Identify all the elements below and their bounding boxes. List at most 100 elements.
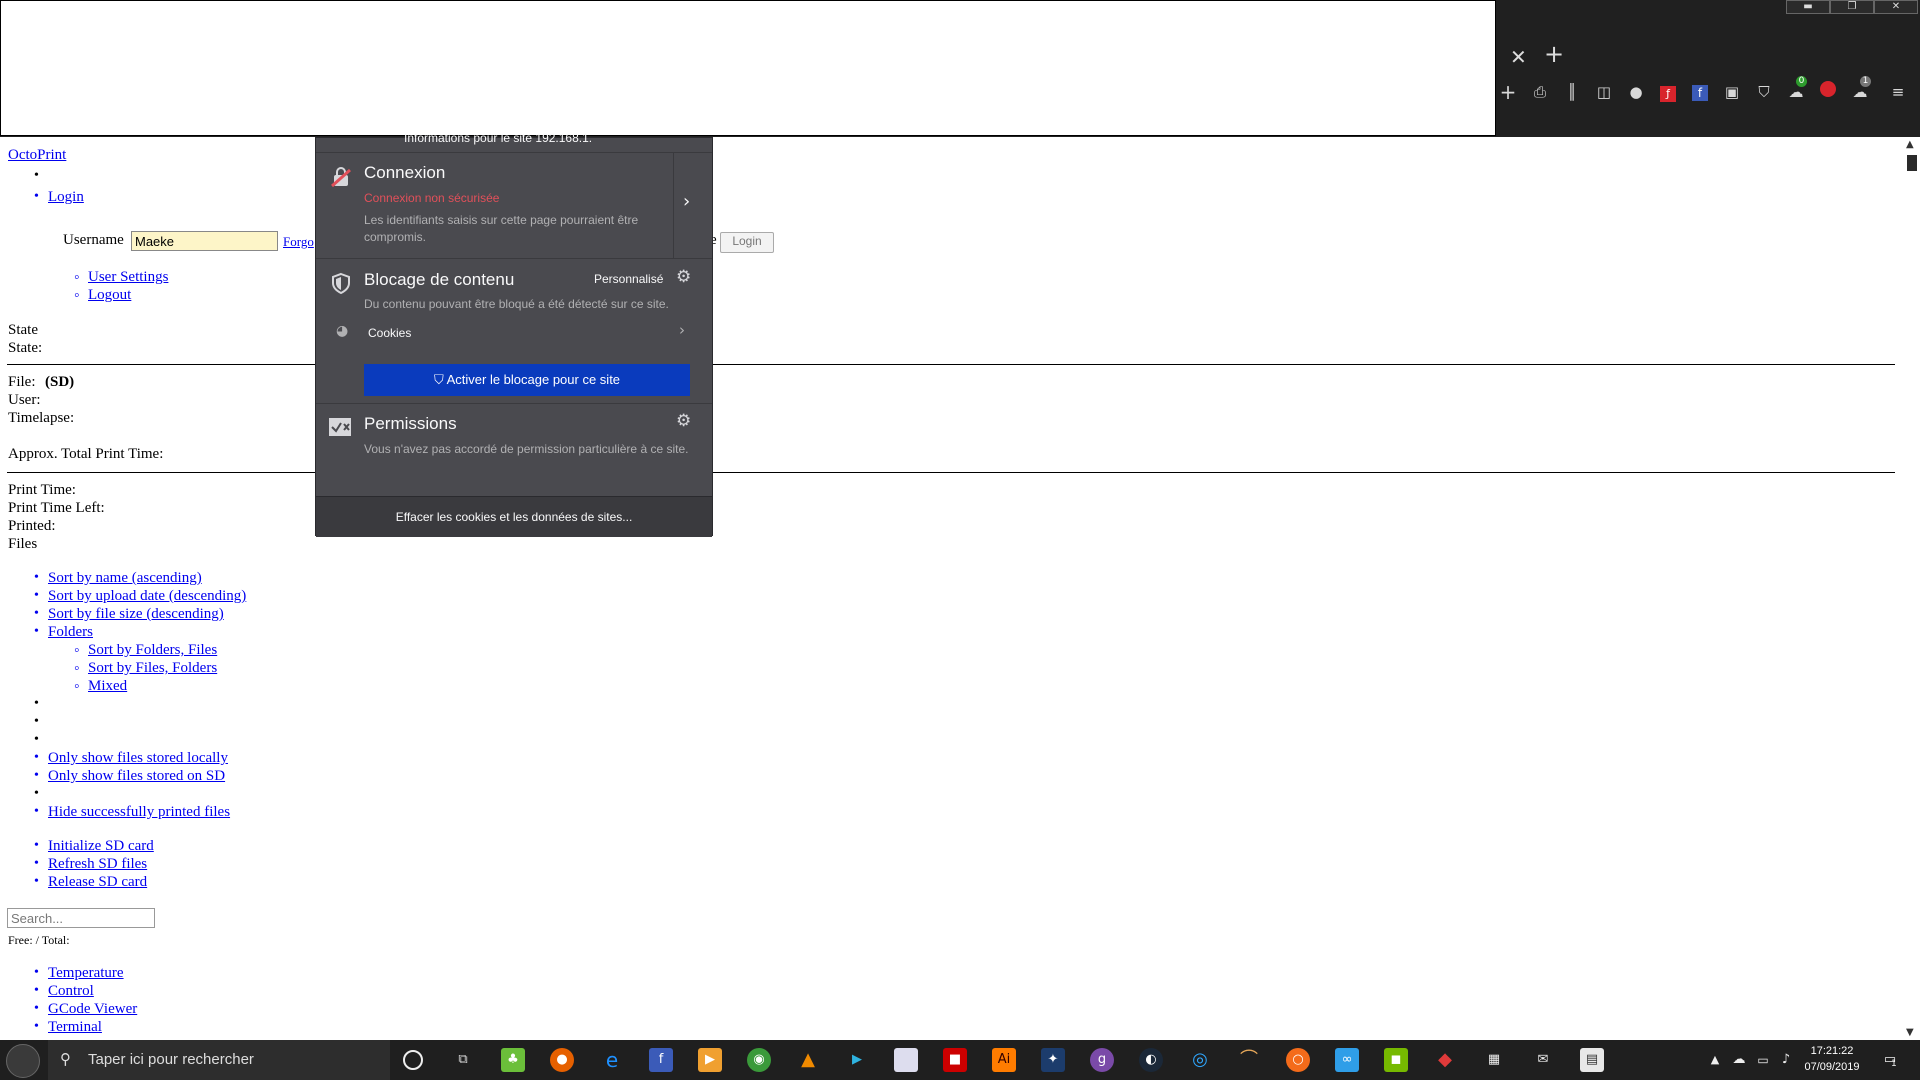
- mixed-link[interactable]: Mixed: [74, 678, 127, 696]
- library-icon[interactable]: ║: [1560, 80, 1584, 104]
- login-button[interactable]: Login: [720, 232, 774, 253]
- chevron-right-icon[interactable]: ›: [683, 191, 690, 212]
- login-link[interactable]: Login: [34, 189, 84, 206]
- scroll-up-arrow[interactable]: ▲: [1906, 139, 1914, 150]
- start-button[interactable]: [6, 1044, 40, 1078]
- chrome-icon[interactable]: ◉: [747, 1048, 771, 1072]
- notepad-icon[interactable]: [894, 1048, 918, 1072]
- shield-icon[interactable]: ⛉: [1752, 80, 1776, 104]
- network-icon[interactable]: ▭: [1751, 1048, 1775, 1072]
- account-icon[interactable]: ●: [1624, 80, 1648, 104]
- store-icon[interactable]: ▦: [1482, 1048, 1506, 1072]
- enable-blocking-label: Activer le blocage pour ce site: [446, 372, 621, 387]
- release-sd-link[interactable]: Release SD card: [34, 874, 147, 891]
- video-editor-icon[interactable]: ■: [943, 1048, 967, 1072]
- gear-icon[interactable]: ⚙: [676, 267, 691, 287]
- mail-icon[interactable]: ✉: [1531, 1048, 1555, 1072]
- firefox-icon[interactable]: ●: [550, 1048, 574, 1072]
- approx-total-print-time-label: Approx. Total Print Time:: [8, 446, 164, 462]
- forgot-password-link[interactable]: Forgo: [283, 234, 314, 250]
- initialize-sd-link[interactable]: Initialize SD card: [34, 838, 154, 855]
- scrollbar-thumb[interactable]: [1907, 155, 1917, 171]
- volume-icon[interactable]: ♪: [1774, 1048, 1798, 1072]
- username-label: Username: [63, 232, 124, 248]
- logout-link[interactable]: Logout: [74, 287, 131, 305]
- sort-by-file-size-link[interactable]: Sort by file size (descending): [34, 606, 224, 623]
- chevron-right-icon[interactable]: ›: [679, 321, 685, 339]
- facebook-icon[interactable]: f: [649, 1048, 673, 1072]
- gog-icon[interactable]: g: [1090, 1048, 1114, 1072]
- illustrator-icon[interactable]: Ai: [992, 1048, 1016, 1072]
- sidebar-icon[interactable]: ◫: [1592, 80, 1616, 104]
- scroll-down-arrow[interactable]: ▼: [1906, 1027, 1914, 1038]
- steam-icon[interactable]: ◐: [1139, 1048, 1163, 1072]
- uplay-icon[interactable]: ◎: [1188, 1048, 1212, 1072]
- plus-icon[interactable]: +: [1496, 80, 1520, 104]
- state-heading: State: [8, 322, 38, 338]
- new-tab-button[interactable]: +: [1544, 42, 1564, 66]
- nvidia-icon[interactable]: ◼: [1384, 1048, 1408, 1072]
- folders-link[interactable]: Folders: [34, 624, 93, 641]
- clover-icon[interactable]: ♣: [501, 1048, 525, 1072]
- refresh-sd-link[interactable]: Refresh SD files: [34, 856, 147, 873]
- edge-icon[interactable]: e: [600, 1048, 624, 1072]
- download-icon[interactable]: ☁ 1: [1848, 76, 1872, 104]
- task-view-icon[interactable]: ⧉: [451, 1048, 475, 1072]
- brand-link[interactable]: OctoPrint: [8, 147, 66, 164]
- flash-icon[interactable]: ƒ: [1656, 80, 1680, 104]
- connection-section[interactable]: Connexion Connexion non sécurisée Les id…: [316, 152, 712, 259]
- restore-button[interactable]: ❐: [1830, 0, 1874, 14]
- tab-control[interactable]: Control: [34, 983, 94, 1000]
- enable-blocking-button[interactable]: ⛉ Activer le blocage pour ce site: [364, 364, 690, 396]
- battlenet-icon[interactable]: ∞: [1335, 1048, 1359, 1072]
- connection-title: Connexion: [364, 163, 446, 182]
- close-window-button[interactable]: ✕: [1874, 0, 1918, 14]
- extension-icon[interactable]: ☁ 0: [1784, 76, 1808, 104]
- only-sd-files-link[interactable]: Only show files stored on SD: [34, 768, 225, 785]
- stop-icon[interactable]: [1816, 80, 1840, 104]
- menu-icon[interactable]: ≡: [1886, 80, 1910, 104]
- media-player-icon[interactable]: ▶: [698, 1048, 722, 1072]
- wing-icon[interactable]: ⌒: [1237, 1048, 1261, 1072]
- shield-icon: ⛉: [433, 372, 447, 387]
- clear-cookies-button[interactable]: Effacer les cookies et les données de si…: [316, 496, 712, 537]
- cortana-icon[interactable]: [403, 1050, 423, 1070]
- gear-icon[interactable]: ⚙: [676, 411, 691, 431]
- play-store-icon[interactable]: ▶: [845, 1048, 869, 1072]
- calculator-icon[interactable]: ▤: [1580, 1048, 1604, 1072]
- chevron-up-icon[interactable]: ▲: [1703, 1048, 1727, 1072]
- sort-files-folders-link[interactable]: Sort by Files, Folders: [74, 660, 217, 678]
- close-tab-icon[interactable]: ✕: [1510, 46, 1527, 68]
- permissions-section: Permissions ⚙ Vous n'avez pas accordé de…: [316, 403, 712, 497]
- notification-center-icon[interactable]: ▭ 1: [1878, 1048, 1902, 1072]
- user-settings-link[interactable]: User Settings: [74, 269, 168, 287]
- tab-temperature[interactable]: Temperature: [34, 965, 124, 982]
- file-search-input[interactable]: [7, 908, 155, 928]
- sort-by-upload-date-link[interactable]: Sort by upload date (descending): [34, 588, 246, 605]
- permissions-description: Vous n'avez pas accordé de permission pa…: [364, 442, 689, 456]
- taskbar-search[interactable]: ⚲ Taper ici pour rechercher: [48, 1040, 390, 1080]
- cookie-icon: ◕: [336, 323, 349, 339]
- system-clock[interactable]: 17:21:22 07/09/2019: [1796, 1043, 1868, 1075]
- game-controller-icon[interactable]: ◆: [1433, 1048, 1457, 1072]
- cloud-icon[interactable]: ☁: [1727, 1048, 1751, 1072]
- visual-studio-icon[interactable]: ✦: [1041, 1048, 1065, 1072]
- sort-by-name-link[interactable]: Sort by name (ascending): [34, 570, 202, 587]
- cookies-item[interactable]: Cookies: [368, 325, 411, 342]
- windows-taskbar: ⚲ Taper ici pour rechercher ⧉ ♣ ● e f ▶ …: [0, 1040, 1920, 1080]
- image-icon[interactable]: ▣: [1720, 80, 1744, 104]
- minimize-button[interactable]: ▬: [1786, 0, 1830, 14]
- vlc-icon[interactable]: ▲: [796, 1048, 820, 1072]
- username-input[interactable]: [131, 231, 278, 251]
- only-local-files-link[interactable]: Only show files stored locally: [34, 750, 228, 767]
- print-time-label: Print Time:: [8, 482, 76, 498]
- tab-terminal[interactable]: Terminal: [34, 1019, 102, 1036]
- files-heading: Files: [8, 536, 38, 552]
- sort-folders-files-link[interactable]: Sort by Folders, Files: [74, 642, 217, 660]
- origin-icon[interactable]: ○: [1286, 1048, 1310, 1072]
- print-icon[interactable]: ⎙: [1528, 80, 1552, 104]
- tab-gcode-viewer[interactable]: GCode Viewer: [34, 1001, 137, 1018]
- connection-description: Les identifiants saisis sur cette page p…: [364, 213, 639, 244]
- hide-printed-files-link[interactable]: Hide successfully printed files: [34, 804, 230, 821]
- facebook-icon[interactable]: f: [1688, 80, 1712, 104]
